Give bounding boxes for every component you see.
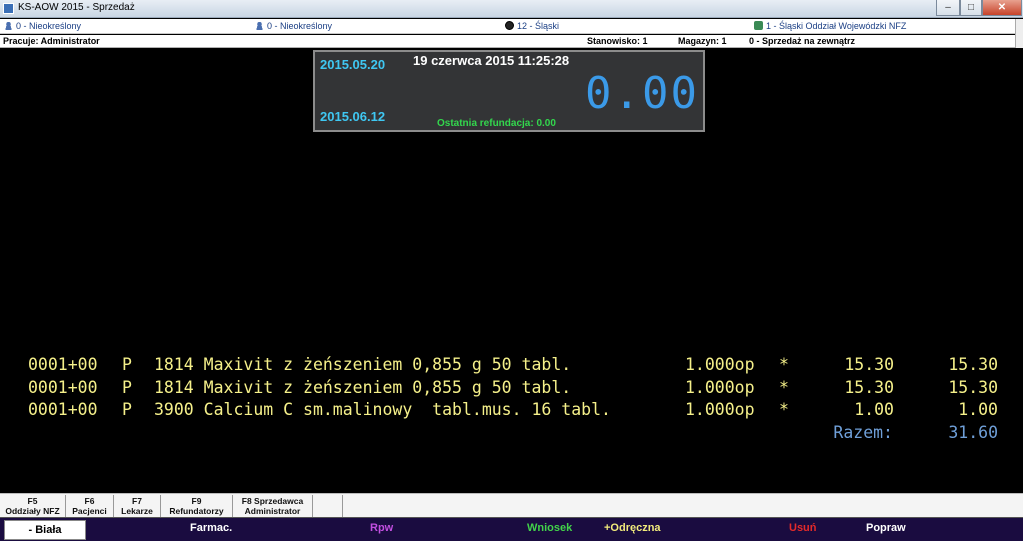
- branch-selector[interactable]: 12 - Śląski: [505, 21, 559, 31]
- operator-label: Pracuje: Administrator: [3, 36, 100, 46]
- fkey-label: Lekarze: [121, 506, 153, 516]
- item-flag: P: [122, 377, 132, 397]
- summary-row: Razem: 31.60: [0, 423, 1023, 445]
- item-name: 3900 Calcium C sm.malinowy tabl.mus. 16 …: [154, 400, 611, 419]
- item-total: 15.30: [948, 377, 998, 397]
- title-bar: KS-AOW 2015 - Sprzedaż – □ ✕: [0, 0, 1023, 18]
- item-price: 15.30: [844, 377, 894, 397]
- item-total: 15.30: [948, 355, 998, 374]
- biala-button[interactable]: - Biała: [4, 520, 86, 540]
- nfz-icon: [754, 21, 763, 30]
- rpw-button[interactable]: Rpw: [370, 522, 393, 534]
- nfz-label: 1 - Śląski Oddział Wojewódzki NFZ: [766, 21, 907, 31]
- fkey-empty: [313, 495, 343, 517]
- fkey-label: Pacjenci: [72, 506, 107, 516]
- date-bottom: 2015.06.12: [320, 109, 386, 124]
- list-item[interactable]: 0001+00 P 1814 Maxivit z żeńszeniem 0,85…: [0, 355, 1023, 378]
- item-code: 0001+00: [28, 377, 98, 397]
- fkey-key: F7: [132, 496, 142, 506]
- ball-icon: [505, 21, 514, 30]
- fkey-key: F6: [84, 496, 95, 506]
- nfz-selector[interactable]: 1 - Śląski Oddział Wojewódzki NFZ: [754, 21, 906, 31]
- action-bar: - Biała Farmac. Rpw Wniosek +Odręczna Us…: [0, 517, 1023, 541]
- item-code: 0001+00: [28, 400, 98, 419]
- date-top: 2015.05.20: [320, 57, 386, 72]
- doctor-selector[interactable]: 0 - Nieokreślony: [255, 21, 332, 31]
- fkey-label: Refundatorzy: [169, 506, 224, 516]
- current-datetime: 19 czerwca 2015 11:25:28: [413, 53, 570, 68]
- close-button[interactable]: ✕: [982, 0, 1022, 16]
- summary-value: 31.60: [948, 422, 998, 442]
- item-code: 0001+00: [28, 355, 98, 374]
- fkey-label: Oddziały NFZ: [5, 506, 60, 516]
- context-bar: 0 - Nieokreślony 0 - Nieokreślony 12 - Ś…: [0, 19, 1023, 34]
- patient-label: 0 - Nieokreślony: [16, 21, 82, 31]
- item-total: 1.00: [958, 400, 998, 419]
- fkey-f5[interactable]: F5 Oddziały NFZ: [0, 495, 66, 517]
- usun-button[interactable]: Usuń: [789, 522, 817, 534]
- summary-label: Razem:: [833, 422, 893, 442]
- maximize-button[interactable]: □: [960, 0, 982, 16]
- fkey-f7[interactable]: F7 Lekarze: [114, 495, 161, 517]
- minimize-button[interactable]: –: [936, 0, 960, 16]
- doctor-label: 0 - Nieokreślony: [267, 21, 333, 31]
- fkey-f8[interactable]: F8 Sprzedawca Administrator: [233, 495, 313, 517]
- item-mark: *: [779, 355, 789, 374]
- farmac-button[interactable]: Farmac.: [190, 522, 232, 534]
- odreczna-button[interactable]: +Odręczna: [604, 522, 661, 534]
- function-key-bar: F5 Oddziały NFZ F6 Pacjenci F7 Lekarze F…: [0, 493, 1023, 517]
- fkey-key: F8 Sprzedawca: [241, 496, 304, 506]
- station-label: Stanowisko: 1: [587, 36, 648, 46]
- sale-items-list: 0001+00 P 1814 Maxivit z żeńszeniem 0,85…: [0, 355, 1023, 445]
- scrollbar-stub: [1015, 19, 1023, 48]
- fkey-f6[interactable]: F6 Pacjenci: [66, 495, 114, 517]
- fkey-label: Administrator: [244, 506, 301, 516]
- item-mark: *: [779, 400, 789, 419]
- warehouse-label: Magazyn: 1: [678, 36, 727, 46]
- item-qty: 1.000op: [685, 355, 755, 374]
- patient-selector[interactable]: 0 - Nieokreślony: [4, 21, 81, 31]
- fkey-key: F5: [27, 496, 38, 506]
- last-refund: Ostatnia refundacja: 0.00: [437, 118, 556, 129]
- sale-type-label: 0 - Sprzedaż na zewnątrz: [749, 36, 856, 46]
- popraw-button[interactable]: Popraw: [866, 522, 906, 534]
- amount-value: 0.00: [585, 68, 699, 119]
- app-icon: [3, 3, 14, 14]
- window-title: KS-AOW 2015 - Sprzedaż: [18, 2, 135, 13]
- amount-display: 2015.05.20 19 czerwca 2015 11:25:28 0.00…: [313, 50, 705, 132]
- item-qty: 1.000op: [685, 400, 755, 419]
- item-price: 15.30: [844, 355, 894, 374]
- wniosek-button[interactable]: Wniosek: [527, 522, 572, 534]
- item-name: 1814 Maxivit z żeńszeniem 0,855 g 50 tab…: [154, 355, 572, 374]
- item-qty: 1.000op: [685, 377, 755, 397]
- item-price: 1.00: [854, 400, 894, 419]
- item-mark: *: [779, 377, 789, 397]
- person-icon: [4, 21, 13, 30]
- fkey-f9[interactable]: F9 Refundatorzy: [161, 495, 233, 517]
- branch-label: 12 - Śląski: [517, 21, 560, 31]
- item-flag: P: [122, 355, 132, 374]
- list-item[interactable]: 0001+00 P 3900 Calcium C sm.malinowy tab…: [0, 400, 1023, 423]
- person-icon: [255, 21, 264, 30]
- item-flag: P: [122, 400, 132, 419]
- status-bar: Pracuje: Administrator Stanowisko: 1 Mag…: [0, 35, 1023, 48]
- item-name: 1814 Maxivit z żeńszeniem 0,855 g 50 tab…: [154, 377, 572, 397]
- fkey-key: F9: [191, 496, 202, 506]
- list-item[interactable]: 0001+00 P 1814 Maxivit z żeńszeniem 0,85…: [0, 378, 1023, 401]
